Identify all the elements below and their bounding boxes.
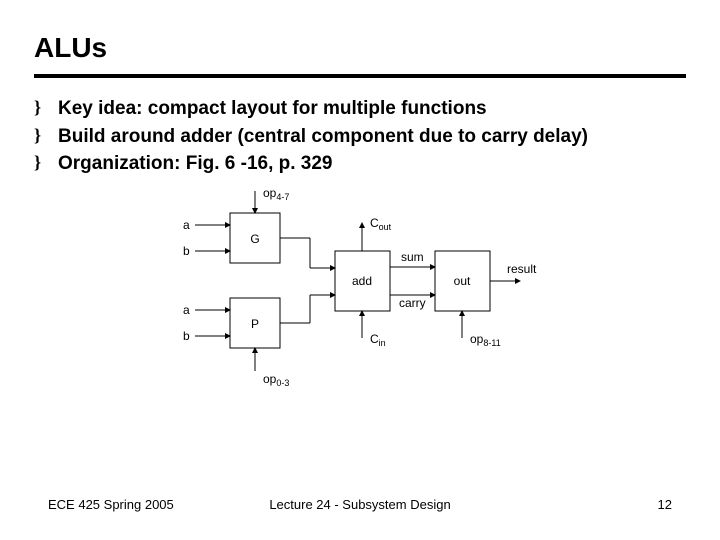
signal-op-top: op4-7 — [263, 186, 289, 202]
signal-cin: Cin — [370, 332, 386, 348]
block-add-label: add — [352, 274, 372, 288]
slide-title: ALUs — [34, 32, 686, 64]
alu-diagram: G P add out a b a b op4-7 o — [175, 183, 545, 393]
block-p-label: P — [251, 317, 259, 331]
bullet-icon: } — [34, 96, 58, 119]
signal-op-bot: op0-3 — [263, 372, 289, 388]
signal-op-right: op8-11 — [470, 332, 501, 348]
slide-footer: ECE 425 Spring 2005 Lecture 24 - Subsyst… — [0, 497, 720, 512]
bullet-list: } Key idea: compact layout for multiple … — [34, 96, 686, 177]
signal-a2: a — [183, 303, 190, 317]
signal-sum: sum — [401, 250, 424, 264]
signal-carry: carry — [399, 296, 426, 310]
list-item: } Organization: Fig. 6 -16, p. 329 — [34, 151, 686, 177]
list-item: } Build around adder (central component … — [34, 124, 686, 150]
title-rule — [34, 74, 686, 78]
list-item: } Key idea: compact layout for multiple … — [34, 96, 686, 122]
signal-cout: Cout — [370, 216, 392, 232]
signal-result: result — [507, 262, 537, 276]
signal-b2: b — [183, 329, 190, 343]
footer-center: Lecture 24 - Subsystem Design — [0, 497, 720, 512]
block-out-label: out — [454, 274, 471, 288]
bullet-icon: } — [34, 124, 58, 147]
signal-b1: b — [183, 244, 190, 258]
bullet-icon: } — [34, 151, 58, 174]
bullet-text: Build around adder (central component du… — [58, 124, 686, 150]
bullet-text: Organization: Fig. 6 -16, p. 329 — [58, 151, 686, 177]
block-g-label: G — [250, 232, 259, 246]
bullet-text: Key idea: compact layout for multiple fu… — [58, 96, 686, 122]
signal-a1: a — [183, 218, 190, 232]
